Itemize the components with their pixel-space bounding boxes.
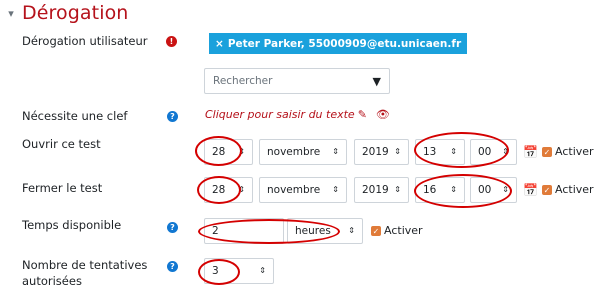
required-icon: ! [166,36,177,47]
pencil-icon[interactable]: ✎ [358,108,367,121]
remove-chip-icon[interactable]: × [215,38,224,50]
calendar-icon[interactable]: 📅 [523,145,538,159]
chevron-down-icon[interactable]: ▾ [4,7,18,20]
updown-icon: ⇕ [450,147,457,156]
open-hour-value: 13 [423,146,437,158]
open-year-select[interactable]: 2019 ⇕ [354,139,409,165]
open-minute-select[interactable]: 00 ⇕ [470,139,517,165]
caret-down-icon: ▼ [372,74,381,88]
updown-icon: ⇕ [450,185,457,194]
user-search-placeholder: Rechercher [213,75,273,87]
timelimit-label: Temps disponible [22,218,122,232]
open-year-value: 2019 [362,146,389,158]
calendar-icon[interactable]: 📅 [523,183,538,197]
updown-icon: ⇕ [394,185,401,194]
open-enable-checkbox[interactable]: ✓ [542,147,552,157]
updown-icon: ⇕ [332,147,339,156]
section-header[interactable]: ▾ Dérogation [4,0,128,26]
open-minute-value: 00 [478,146,492,158]
updown-icon: ⇕ [394,147,401,156]
close-year-select[interactable]: 2019 ⇕ [354,177,409,203]
close-month-value: novembre [267,184,321,196]
open-day-value: 28 [212,146,226,158]
updown-icon: ⇕ [259,266,266,275]
selected-user-chip[interactable]: × Peter Parker, 55000909@etu.unicaen.fr [209,33,468,54]
close-month-select[interactable]: novembre ⇕ [259,177,347,203]
updown-icon: ⇕ [238,185,245,194]
user-search-select[interactable]: Rechercher ▼ [204,68,390,94]
updown-icon: ⇕ [332,185,339,194]
close-year-value: 2019 [362,184,389,196]
user-override-label: Dérogation utilisateur [22,34,148,48]
help-icon[interactable]: ? [167,261,178,272]
timelimit-enable-label: Activer [384,224,423,237]
close-hour-select[interactable]: 16 ⇕ [415,177,465,203]
timelimit-enable-checkbox[interactable]: ✓ [371,226,381,236]
section-title: Dérogation [22,2,129,24]
attempts-select[interactable]: 3 ⇕ [204,258,274,284]
help-icon[interactable]: ? [167,111,178,122]
open-hour-select[interactable]: 13 ⇕ [415,139,465,165]
close-date-label: Fermer le test [22,181,103,195]
open-enable-label: Activer [555,145,594,158]
attempts-label: Nombre de tentatives autorisées [22,257,147,289]
attempts-label-line1: Nombre de tentatives [22,258,148,272]
updown-icon: ⇕ [502,147,509,156]
selected-user-label: Peter Parker, 55000909@etu.unicaen.fr [227,37,462,50]
password-label: Nécessite une clef [22,109,128,123]
updown-icon: ⇕ [238,147,245,156]
updown-icon: ⇕ [348,226,355,235]
close-enable-label: Activer [555,183,594,196]
close-enable-checkbox[interactable]: ✓ [542,185,552,195]
attempts-label-line2: autorisées [22,274,82,288]
close-minute-value: 00 [478,184,492,196]
open-month-value: novembre [267,146,321,158]
timelimit-unit-value: heures [295,225,331,237]
close-minute-select[interactable]: 00 ⇕ [470,177,517,203]
open-month-select[interactable]: novembre ⇕ [259,139,347,165]
attempts-value: 3 [212,265,219,277]
close-day-value: 28 [212,184,226,196]
help-icon[interactable]: ? [167,222,178,233]
open-day-select[interactable]: 28 ⇕ [204,139,253,165]
updown-icon: ⇕ [502,185,509,194]
timelimit-input[interactable]: 2 [204,218,284,244]
password-placeholder: Cliquer pour saisir du texte [205,108,355,121]
close-day-select[interactable]: 28 ⇕ [204,177,253,203]
close-hour-value: 16 [423,184,437,196]
password-inplace-editable[interactable]: Cliquer pour saisir du texte ✎ 👁 [205,108,390,121]
timelimit-unit-select[interactable]: heures ⇕ [287,218,363,244]
open-date-label: Ouvrir ce test [22,137,101,151]
eye-icon[interactable]: 👁 [376,108,390,121]
